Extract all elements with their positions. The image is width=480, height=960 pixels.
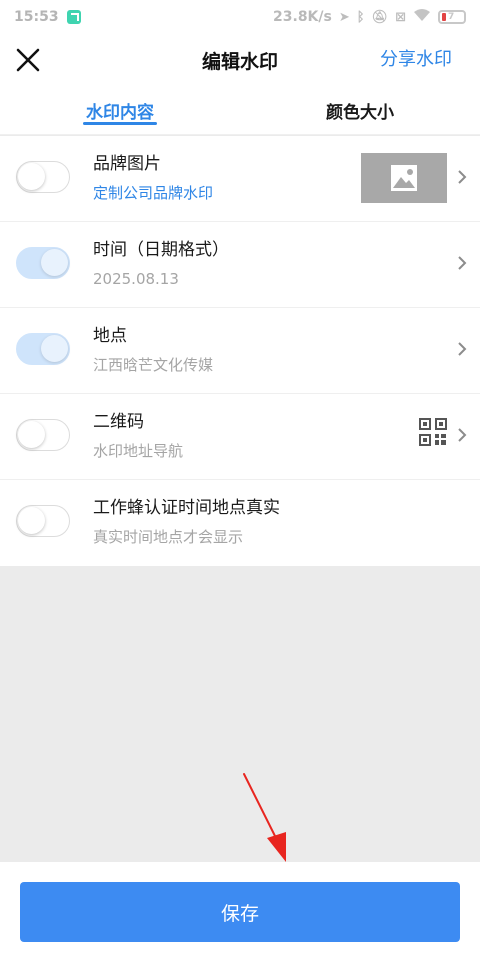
annotation-arrow-icon (243, 773, 286, 862)
chevron-right-icon (458, 170, 467, 184)
time-toggle[interactable] (16, 247, 70, 279)
battery-level: 7 (448, 12, 455, 22)
save-button[interactable]: 保存 (20, 882, 460, 942)
qr-code-icon (419, 418, 447, 446)
bluetooth-icon: ᛒ (356, 9, 365, 25)
list-item-qr-code[interactable]: 二维码 水印地址导航 (0, 394, 480, 480)
mute-bell-icon: 🔕︎ (371, 9, 389, 25)
row-title: 工作蜂认证时间地点真实 (93, 498, 280, 518)
location-app-icon (66, 10, 81, 24)
row-title: 二维码 (93, 412, 144, 432)
chevron-right-icon (458, 256, 467, 270)
status-time: 15:53 (14, 9, 59, 25)
brand-image-placeholder[interactable] (361, 153, 447, 203)
row-title: 地点 (93, 326, 127, 346)
row-subtitle: 水印地址导航 (93, 442, 184, 460)
row-subtitle: 2025.08.13 (93, 270, 179, 288)
brand-image-toggle[interactable] (16, 161, 70, 193)
image-icon (391, 165, 417, 191)
status-bar: 15:53 23.8K/s ➤ ᛒ 🔕︎ ⊠ 7 (0, 0, 480, 34)
row-subtitle: 真实时间地点才会显示 (93, 528, 244, 546)
chevron-right-icon (458, 342, 467, 356)
row-subtitle: 定制公司品牌水印 (93, 184, 214, 202)
tab-bar: 水印内容 颜色大小 (0, 86, 480, 135)
row-title: 时间（日期格式） (93, 240, 229, 260)
list-item-verified-time-location[interactable]: 工作蜂认证时间地点真实 真实时间地点才会显示 (0, 480, 480, 566)
close-button[interactable] (8, 40, 48, 80)
qr-code-toggle[interactable] (16, 419, 70, 451)
location-arrow-icon: ➤ (338, 9, 350, 25)
list-item-time[interactable]: 时间（日期格式） 2025.08.13 (0, 222, 480, 308)
tab-watermark-content[interactable]: 水印内容 (0, 86, 240, 134)
no-sim-icon: ⊠ (395, 9, 406, 25)
nav-bar: 编辑水印 分享水印 (0, 34, 480, 86)
location-toggle[interactable] (16, 333, 70, 365)
chevron-right-icon (458, 428, 467, 442)
row-title: 品牌图片 (93, 154, 161, 174)
watermark-options-list: 品牌图片 定制公司品牌水印 时间（日期格式） 2025.08.13 地点 江西晗… (0, 136, 480, 566)
share-watermark-button[interactable]: 分享水印 (380, 45, 452, 75)
net-speed: 23.8K/s (273, 9, 332, 25)
bottom-bar: 保存 (0, 862, 480, 960)
row-subtitle: 江西晗芒文化传媒 (93, 356, 214, 374)
wifi-icon (413, 8, 431, 26)
verified-toggle[interactable] (16, 505, 70, 537)
battery-icon: 7 (438, 10, 466, 24)
close-icon (16, 48, 40, 72)
list-item-brand-image[interactable]: 品牌图片 定制公司品牌水印 (0, 136, 480, 222)
page-title: 编辑水印 (201, 50, 278, 73)
list-item-location[interactable]: 地点 江西晗芒文化传媒 (0, 308, 480, 394)
tab-color-size[interactable]: 颜色大小 (240, 86, 480, 134)
